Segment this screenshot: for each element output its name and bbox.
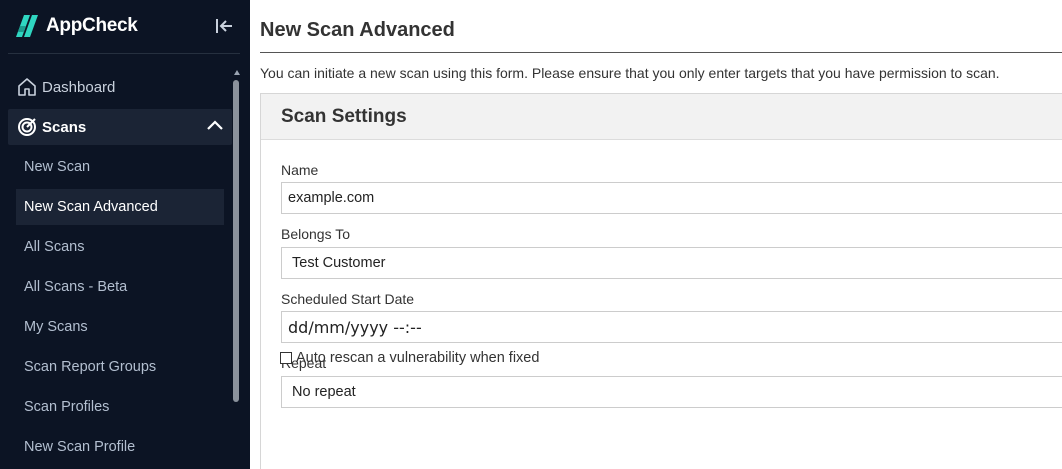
sidebar-item-dashboard[interactable]: Dashboard — [8, 69, 232, 105]
sidebar: AppCheck Dashboard Scans New Scan New Sc… — [0, 0, 250, 469]
collapse-sidebar-button[interactable] — [212, 14, 236, 38]
title-divider — [260, 52, 1062, 53]
belongs-to-label: Belongs To — [281, 226, 351, 242]
sidebar-scrollbar-thumb[interactable] — [233, 80, 239, 402]
sidebar-item-scans[interactable]: Scans — [8, 109, 232, 145]
name-label: Name — [281, 162, 319, 178]
panel-title: Scan Settings — [281, 106, 407, 127]
scan-settings-panel: Scan Settings Name example.com Belongs T… — [260, 93, 1062, 469]
sidebar-subitem-new-scan-advanced[interactable]: New Scan Advanced — [16, 189, 224, 225]
sidebar-subitem-scan-report-groups[interactable]: Scan Report Groups — [16, 349, 224, 385]
sidebar-subitem-new-scan-profile[interactable]: New Scan Profile — [16, 429, 224, 465]
sidebar-subitem-all-scans[interactable]: All Scans — [16, 229, 224, 265]
sidebar-item-label: Dashboard — [42, 78, 116, 96]
start-date-label: Scheduled Start Date — [281, 291, 415, 307]
collapse-left-icon — [216, 19, 232, 33]
target-icon — [16, 116, 38, 138]
auto-rescan-option[interactable]: Auto rescan a vulnerability when fixed — [280, 350, 539, 366]
sidebar-subitem-all-scans-beta[interactable]: All Scans - Beta — [16, 269, 224, 305]
brand[interactable]: AppCheck — [16, 14, 138, 38]
brand-name: AppCheck — [46, 15, 138, 36]
main-content: New Scan Advanced You can initiate a new… — [250, 0, 1062, 469]
sidebar-subitem-scan-profiles[interactable]: Scan Profiles — [16, 389, 224, 425]
page-title: New Scan Advanced — [260, 19, 455, 41]
sidebar-subitem-new-scan[interactable]: New Scan — [16, 149, 224, 185]
start-date-input[interactable]: dd/mm/yyyy --:-- — [281, 311, 1062, 343]
auto-rescan-checkbox[interactable] — [280, 352, 292, 364]
appcheck-logo-icon — [16, 15, 38, 37]
intro-text: You can initiate a new scan using this f… — [260, 65, 1000, 81]
repeat-select[interactable]: No repeat — [281, 376, 1062, 408]
auto-rescan-label: Auto rescan a vulnerability when fixed — [296, 350, 540, 366]
sidebar-divider — [8, 53, 240, 54]
name-input[interactable]: example.com — [281, 182, 1062, 214]
chevron-up-icon — [206, 117, 224, 139]
home-icon — [16, 76, 38, 98]
sidebar-item-label: Scans — [42, 118, 87, 136]
sidebar-subitem-my-scans[interactable]: My Scans — [16, 309, 224, 345]
panel-header: Scan Settings — [261, 94, 1062, 140]
belongs-to-select[interactable]: Test Customer — [281, 247, 1062, 279]
scroll-up-arrow-icon[interactable] — [234, 70, 240, 75]
